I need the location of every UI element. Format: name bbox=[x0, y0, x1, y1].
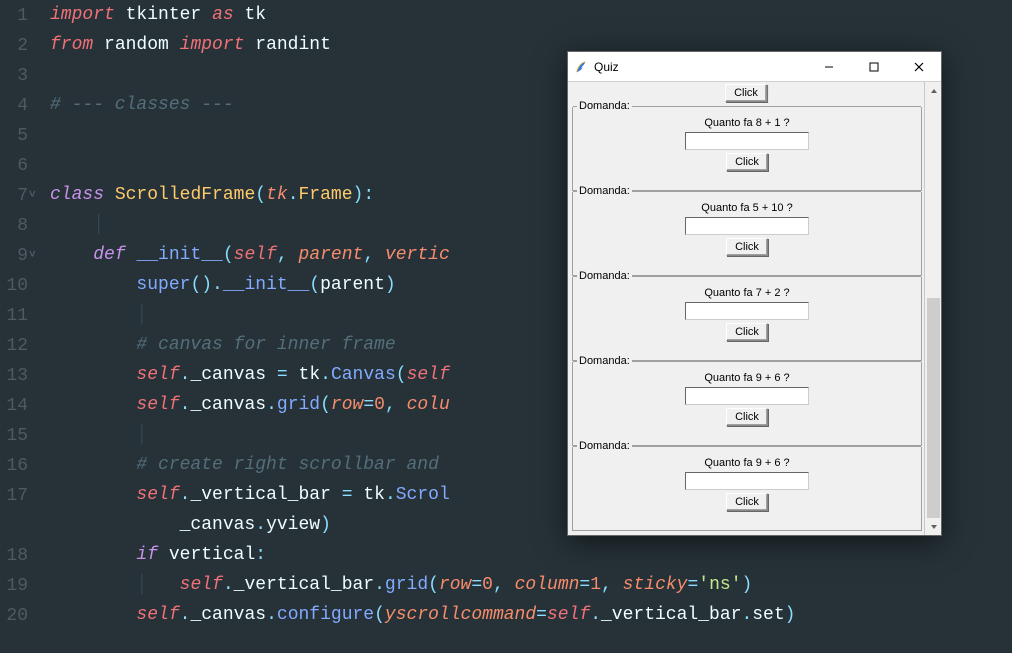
code-text[interactable]: # create right scrollbar and bbox=[50, 450, 450, 480]
answer-input[interactable] bbox=[685, 217, 809, 235]
line-number: 14 bbox=[0, 390, 50, 420]
question-group: Domanda:Quanto fa 9 + 6 ?Click bbox=[572, 447, 922, 531]
code-text[interactable]: # --- classes --- bbox=[50, 90, 234, 120]
scroll-down-button[interactable] bbox=[925, 518, 941, 535]
code-text[interactable]: self._canvas = tk.Canvas(self bbox=[50, 360, 450, 390]
question-text: Quanto fa 5 + 10 ? bbox=[701, 202, 792, 214]
code-text[interactable]: │ self._vertical_bar.grid(row=0, column=… bbox=[50, 570, 752, 600]
quiz-click-button[interactable]: Click bbox=[726, 153, 768, 171]
answer-input[interactable] bbox=[685, 132, 809, 150]
question-text: Quanto fa 9 + 6 ? bbox=[704, 372, 789, 384]
scroll-up-button[interactable] bbox=[925, 82, 941, 99]
quiz-client-area: Click Domanda: Quanto fa 8 + 1 ? Click Doma… bbox=[568, 82, 941, 535]
line-number: 3 bbox=[0, 60, 50, 90]
code-text[interactable]: def __init__(self, parent, vertic bbox=[50, 240, 450, 270]
titlebar[interactable]: Quiz bbox=[568, 52, 941, 82]
code-line[interactable]: 18 if vertical: bbox=[0, 540, 1012, 570]
code-text[interactable]: class ScrolledFrame(tk.Frame): bbox=[50, 180, 374, 210]
line-number: 8 bbox=[0, 210, 50, 240]
answer-input[interactable] bbox=[685, 472, 809, 490]
maximize-button[interactable] bbox=[851, 52, 896, 81]
line-number: 15 bbox=[0, 420, 50, 450]
answer-input[interactable] bbox=[685, 387, 809, 405]
question-text: Quanto fa 9 + 6 ? bbox=[704, 457, 789, 469]
quiz-click-button[interactable]: Click bbox=[726, 238, 768, 256]
line-number: 19 bbox=[0, 570, 50, 600]
line-number: 16 bbox=[0, 450, 50, 480]
quiz-click-button[interactable]: Click bbox=[726, 323, 768, 341]
code-line[interactable]: 1 import tkinter as tk bbox=[0, 0, 1012, 30]
line-number: 18 bbox=[0, 540, 50, 570]
group-label: Domanda: bbox=[577, 440, 632, 452]
minimize-button[interactable] bbox=[806, 52, 851, 81]
line-number: 10 bbox=[0, 270, 50, 300]
code-text[interactable]: self._canvas.configure(yscrollcommand=se… bbox=[50, 600, 795, 630]
line-number: 20 bbox=[0, 600, 50, 630]
line-number bbox=[0, 510, 50, 540]
code-text[interactable]: if vertical: bbox=[50, 540, 266, 570]
question-group: Domanda:Quanto fa 8 + 1 ?Click bbox=[572, 107, 922, 191]
tk-feather-icon bbox=[574, 60, 588, 74]
vertical-scrollbar[interactable] bbox=[924, 82, 941, 535]
window-title: Quiz bbox=[594, 60, 619, 74]
code-text[interactable]: │ bbox=[50, 420, 147, 450]
quiz-content: Click Domanda: Quanto fa 8 + 1 ? Click Doma… bbox=[568, 82, 924, 535]
line-number: 11 bbox=[0, 300, 50, 330]
code-line[interactable]: 19 │ self._vertical_bar.grid(row=0, colu… bbox=[0, 570, 1012, 600]
code-text[interactable]: │ bbox=[50, 210, 104, 240]
line-number: 7˅ bbox=[0, 180, 50, 210]
quiz-window: Quiz Click Domanda:Quanto fa 8 + 1 ?Clic… bbox=[567, 51, 942, 536]
group-label: Domanda: bbox=[577, 185, 632, 197]
line-number: 5 bbox=[0, 120, 50, 150]
code-text[interactable]: # canvas for inner frame bbox=[50, 330, 396, 360]
code-text[interactable]: from random import randint bbox=[50, 30, 331, 60]
code-line[interactable]: 20 self._canvas.configure(yscrollcommand… bbox=[0, 600, 1012, 630]
question-text: Quanto fa 7 + 2 ? bbox=[704, 287, 789, 299]
line-number: 12 bbox=[0, 330, 50, 360]
code-text[interactable]: super().__init__(parent) bbox=[50, 270, 396, 300]
line-number: 17 bbox=[0, 480, 50, 510]
scroll-thumb[interactable] bbox=[927, 298, 940, 518]
quiz-click-button[interactable]: Click bbox=[726, 493, 768, 511]
group-label: Domanda: bbox=[577, 270, 632, 282]
line-number: 9˅ bbox=[0, 240, 50, 270]
line-number: 1 bbox=[0, 0, 50, 30]
close-button[interactable] bbox=[896, 52, 941, 81]
quiz-click-button[interactable]: Click bbox=[726, 408, 768, 426]
group-label: Domanda: bbox=[577, 355, 632, 367]
code-text[interactable]: _canvas.yview) bbox=[50, 510, 331, 540]
code-text[interactable]: import tkinter as tk bbox=[50, 0, 266, 30]
group-label: Domanda: bbox=[577, 100, 632, 112]
line-number: 4 bbox=[0, 90, 50, 120]
question-group: Domanda:Quanto fa 9 + 6 ?Click bbox=[572, 362, 922, 446]
line-number: 6 bbox=[0, 150, 50, 180]
question-text: Quanto fa 8 + 1 ? bbox=[704, 117, 789, 129]
code-text[interactable]: │ bbox=[50, 300, 147, 330]
question-group: Domanda:Quanto fa 7 + 2 ?Click bbox=[572, 277, 922, 361]
line-number: 2 bbox=[0, 30, 50, 60]
answer-input[interactable] bbox=[685, 302, 809, 320]
line-number: 13 bbox=[0, 360, 50, 390]
question-group: Domanda:Quanto fa 5 + 10 ?Click bbox=[572, 192, 922, 276]
